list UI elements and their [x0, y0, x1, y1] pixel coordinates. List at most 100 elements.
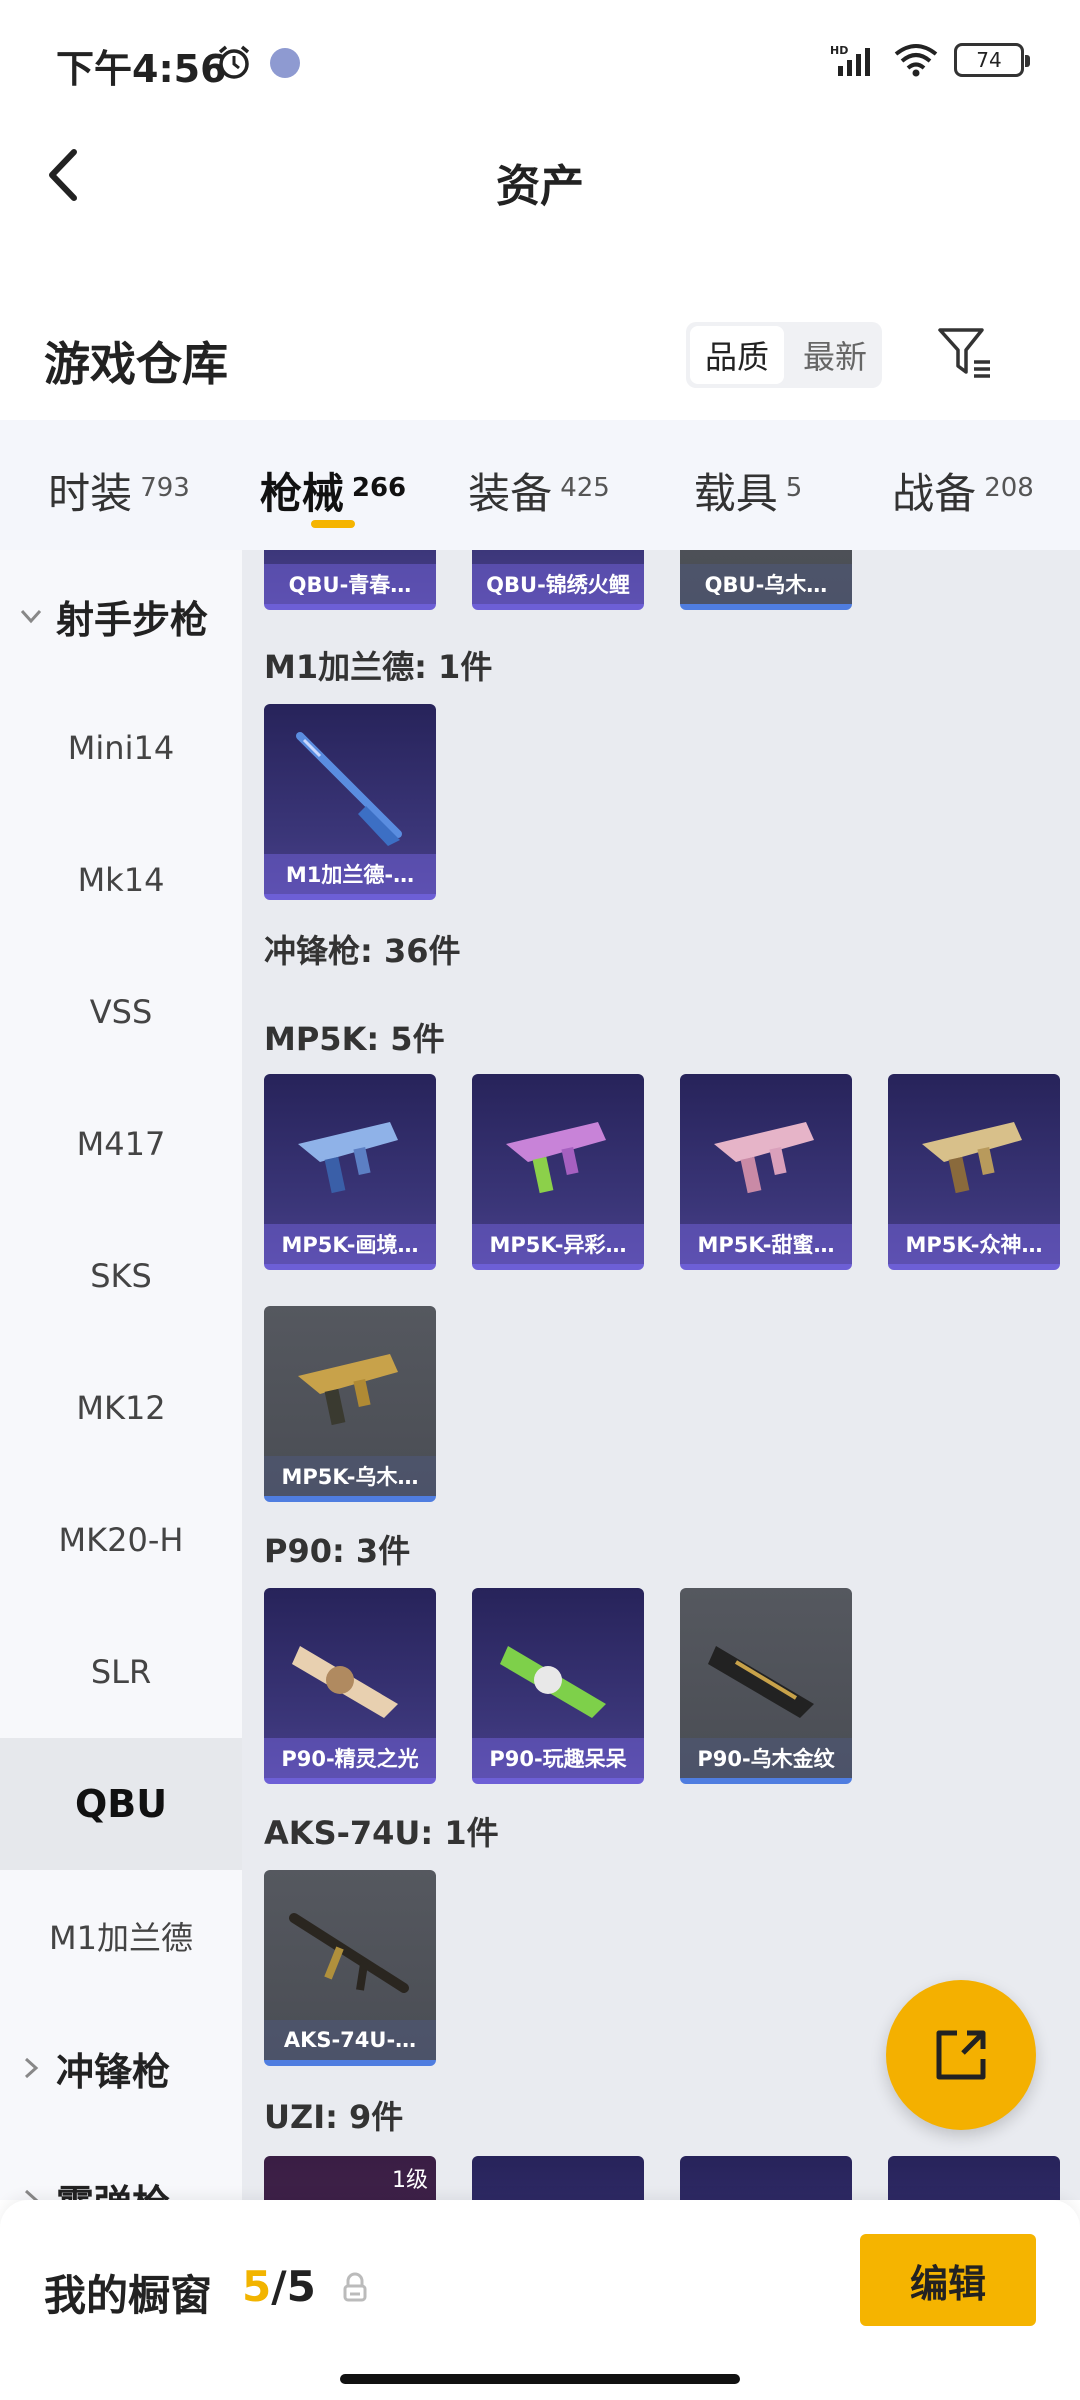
sidebar-item-mk20h[interactable]: MK20-H [0, 1474, 242, 1606]
weapon-card-name: AKS-74U-… [264, 2020, 436, 2060]
weapon-card[interactable] [888, 2156, 1060, 2200]
sidebar-item-mk12[interactable]: MK12 [0, 1342, 242, 1474]
share-icon [936, 2030, 986, 2080]
weapon-card[interactable]: MP5K-甜蜜… [680, 1074, 852, 1270]
smg-icon [922, 1122, 1022, 1194]
tab-label: 时装 [48, 469, 133, 518]
signal-icon: HD [830, 44, 870, 76]
weapon-card[interactable]: MP5K-乌木… [264, 1306, 436, 1502]
tab-firearms[interactable]: 枪械 266 [238, 420, 428, 550]
tab-supplies[interactable]: 战备 208 [846, 420, 1080, 550]
showcase-bar: 我的橱窗 5/5 编辑 [0, 2200, 1080, 2400]
weapon-card-name: QBU-乌木… [680, 564, 852, 604]
chevron-down-icon [20, 609, 42, 624]
share-button[interactable] [886, 1980, 1036, 2130]
warehouse-row: 游戏仓库 品质 最新 [0, 300, 1080, 410]
showcase-label: 我的橱窗 [44, 2271, 213, 2320]
sidebar-item-m417[interactable]: M417 [0, 1078, 242, 1210]
sidebar-item-mini14[interactable]: Mini14 [0, 682, 242, 814]
tab-count: 425 [560, 473, 610, 503]
weapon-card[interactable]: QBU-乌木… [680, 550, 852, 610]
section-label-uzi: UZI: 9件 [264, 2098, 404, 2136]
weapon-list: QBU-青春… QBU-锦绣火鲤 QBU-乌木… M1加兰德: 1件 M1加兰德… [242, 550, 1080, 2200]
sidebar-group-label: 霰弹枪 [56, 2173, 170, 2201]
tab-count: 208 [984, 473, 1034, 503]
tab-fashion[interactable]: 时装 793 [0, 420, 238, 550]
section-label-smg: 冲锋枪: 36件 [264, 932, 461, 970]
smg-icon [292, 1646, 398, 1718]
weapon-card[interactable]: AKS-74U-… [264, 1870, 436, 2066]
rifle-icon [289, 1913, 409, 1993]
section-label-p90: P90: 3件 [264, 1532, 411, 1570]
tab-equipment[interactable]: 装备 425 [428, 420, 650, 550]
weapon-card-name: P90-玩趣呆呆 [472, 1738, 644, 1778]
active-tab-indicator [311, 520, 355, 528]
weapon-card[interactable]: MP5K-画境… [264, 1074, 436, 1270]
smg-icon [714, 1122, 814, 1194]
tab-label: 枪械 [259, 469, 344, 518]
page-title: 资产 [496, 161, 584, 212]
sidebar-group-label: 射手步枪 [56, 597, 209, 642]
weapon-card-name: MP5K-甜蜜… [680, 1224, 852, 1264]
weapon-card[interactable]: P90-乌木金纹 [680, 1588, 852, 1784]
weapon-card-name: MP5K-乌木… [264, 1456, 436, 1496]
battery-icon: 74 [954, 43, 1030, 77]
sidebar-group-smg[interactable]: 冲锋枪 [0, 2002, 242, 2134]
filter-icon[interactable] [934, 322, 994, 382]
tab-label: 载具 [693, 469, 778, 518]
lock-icon [343, 2272, 367, 2302]
weapon-card-name: P90-乌木金纹 [680, 1738, 852, 1778]
weapon-card[interactable]: M1加兰德-… [264, 704, 436, 900]
tab-count: 793 [140, 473, 190, 503]
sidebar-item-vss[interactable]: VSS [0, 946, 242, 1078]
smg-icon [298, 1122, 398, 1194]
smg-icon [298, 1354, 398, 1426]
edit-button[interactable]: 编辑 [860, 2234, 1036, 2326]
chevron-right-icon [24, 2189, 39, 2200]
warehouse-title: 游戏仓库 [44, 337, 228, 391]
weapon-type-sidebar: 射手步枪 Mini14 Mk14 VSS M417 SKS MK12 MK20-… [0, 550, 242, 2200]
tab-count: 266 [351, 473, 407, 503]
smg-icon [708, 1646, 814, 1718]
svg-text:HD: HD [830, 44, 848, 57]
tab-label: 战备 [892, 469, 977, 518]
weapon-card[interactable] [680, 2156, 852, 2200]
weapon-card[interactable]: 1级 [264, 2156, 436, 2200]
sort-toggle: 品质 最新 [686, 322, 882, 388]
status-bar: 下午4:56 HD 74 [0, 0, 1080, 120]
status-indicators: HD 74 [830, 40, 1030, 80]
weapon-card-name: QBU-锦绣火鲤 [472, 564, 644, 604]
sidebar-group-shotgun[interactable]: 霰弹枪 [0, 2134, 242, 2200]
sidebar-item-mk14[interactable]: Mk14 [0, 814, 242, 946]
weapon-card[interactable]: QBU-青春… [264, 550, 436, 610]
home-indicator [340, 2374, 740, 2384]
wifi-icon [894, 44, 938, 77]
tab-vehicles[interactable]: 载具 5 [650, 420, 846, 550]
showcase-total: /5 [271, 2262, 316, 2311]
app-notification-icon [270, 48, 300, 78]
smg-icon [506, 1122, 606, 1194]
tab-label: 装备 [468, 469, 553, 518]
sidebar-group-marksman-rifles[interactable]: 射手步枪 [0, 550, 242, 682]
weapon-card[interactable]: MP5K-众神… [888, 1074, 1060, 1270]
status-time: 下午4:56 [56, 47, 227, 91]
showcase-current: 5 [242, 2262, 272, 2311]
page-header: 资产 [0, 120, 1080, 240]
weapon-card[interactable] [472, 2156, 644, 2200]
sidebar-item-qbu[interactable]: QBU [0, 1738, 242, 1870]
showcase-count: 5/5 [242, 2262, 316, 2311]
smg-icon [500, 1646, 606, 1718]
weapon-card[interactable]: P90-精灵之光 [264, 1588, 436, 1784]
weapon-card[interactable]: QBU-锦绣火鲤 [472, 550, 644, 610]
sidebar-item-sks[interactable]: SKS [0, 1210, 242, 1342]
weapon-card[interactable]: MP5K-异彩… [472, 1074, 644, 1270]
sidebar-item-m1-garand[interactable]: M1加兰德 [0, 1870, 242, 2002]
sort-newest-button[interactable]: 最新 [788, 322, 882, 388]
sidebar-group-label: 冲锋枪 [56, 2049, 171, 2094]
sidebar-item-slr[interactable]: SLR [0, 1606, 242, 1738]
chevron-right-icon [24, 2057, 39, 2079]
weapon-card[interactable]: P90-玩趣呆呆 [472, 1588, 644, 1784]
alarm-clock-icon [218, 45, 250, 79]
sort-quality-button[interactable]: 品质 [690, 326, 784, 384]
weapon-card-name: MP5K-画境… [264, 1224, 436, 1264]
